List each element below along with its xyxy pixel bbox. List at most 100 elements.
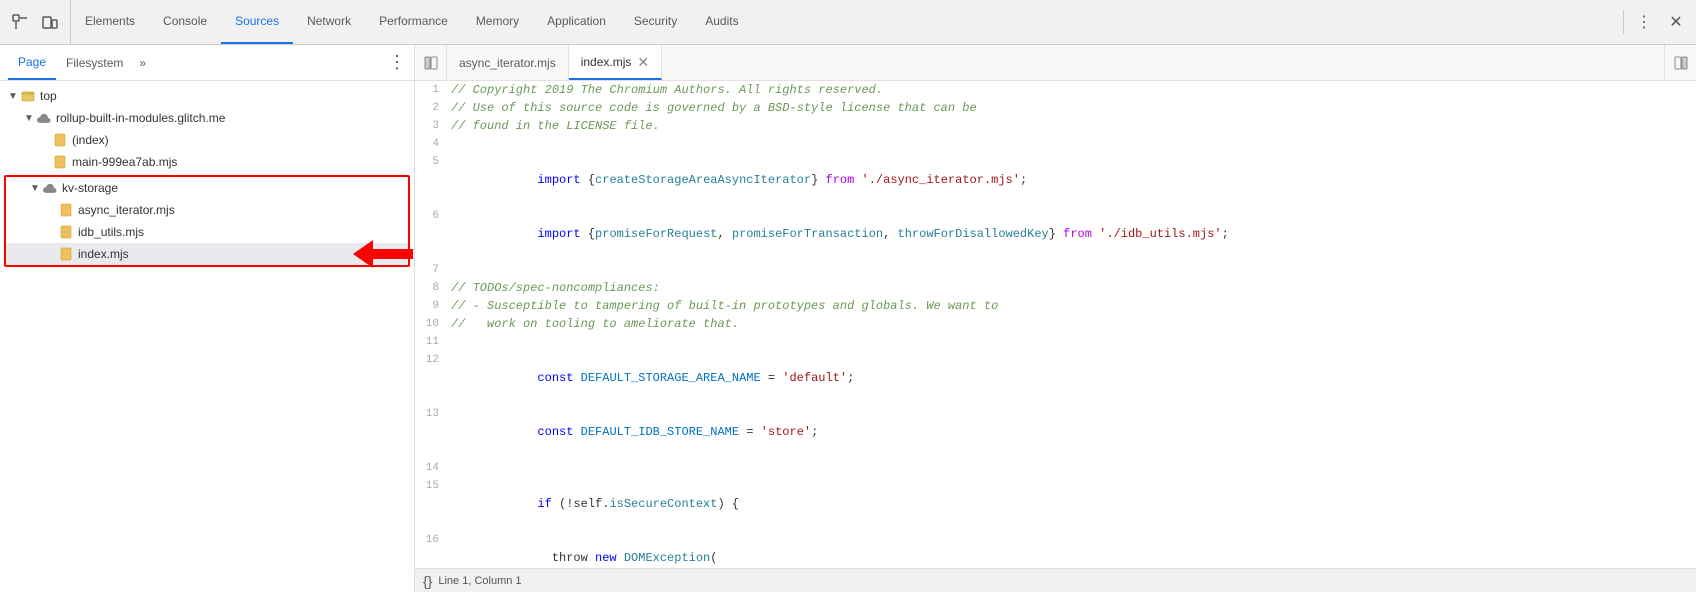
tree-label-async: async_iterator.mjs <box>78 203 175 217</box>
folder-icon-top <box>20 88 36 104</box>
right-toggle-icon[interactable] <box>1664 45 1696 80</box>
line-num-13: 13 <box>415 405 451 423</box>
tab-sources[interactable]: Sources <box>221 0 293 44</box>
tab-performance[interactable]: Performance <box>365 0 462 44</box>
tree-label-rollup: rollup-built-in-modules.glitch.me <box>56 111 225 125</box>
line-content-6: import {promiseForRequest, promiseForTra… <box>451 207 1696 261</box>
tree-arrow-rollup: ▼ <box>24 113 36 124</box>
cloud-icon-rollup <box>36 110 52 126</box>
code-line-13: 13 const DEFAULT_IDB_STORE_NAME = 'store… <box>415 405 1696 459</box>
tab-application[interactable]: Application <box>533 0 620 44</box>
code-line-15: 15 if (!self.isSecureContext) { <box>415 477 1696 531</box>
close-devtools-icon[interactable]: ✕ <box>1664 10 1688 34</box>
file-icon-async <box>58 202 74 218</box>
left-tab-chevron[interactable]: » <box>133 56 152 70</box>
tab-async-file[interactable]: async_iterator.mjs <box>447 45 569 80</box>
tab-page[interactable]: Page <box>8 45 56 80</box>
line-num-3: 3 <box>415 117 451 135</box>
tree-item-idb-file[interactable]: ▶ idb_utils.mjs <box>6 221 408 243</box>
code-line-11: 11 <box>415 333 1696 351</box>
line-num-4: 4 <box>415 135 451 153</box>
toolbar-tabs: Elements Console Sources Network Perform… <box>71 0 1615 44</box>
line-content-10: // work on tooling to ameliorate that. <box>451 315 1696 333</box>
tab-async-label: async_iterator.mjs <box>459 56 556 70</box>
tree-label-index-file: (index) <box>72 133 109 147</box>
line-content-9: // - Susceptible to tampering of built-i… <box>451 297 1696 315</box>
code-line-8: 8 // TODOs/spec-noncompliances: <box>415 279 1696 297</box>
tab-index-label: index.mjs <box>581 55 632 69</box>
file-icon-index <box>52 132 68 148</box>
tree-item-index-file[interactable]: ▶ (index) <box>0 129 414 151</box>
line-content-3: // found in the LICENSE file. <box>451 117 1696 135</box>
left-panel-menu-icon[interactable]: ⋮ <box>388 52 406 73</box>
line-content-15: if (!self.isSecureContext) { <box>451 477 1696 531</box>
tree-item-async-file[interactable]: ▶ async_iterator.mjs <box>6 199 408 221</box>
tree-item-top[interactable]: ▼ top <box>0 85 414 107</box>
tab-index-mjs[interactable]: index.mjs ✕ <box>569 45 662 80</box>
tab-audits[interactable]: Audits <box>691 0 752 44</box>
tab-network[interactable]: Network <box>293 0 365 44</box>
tree-label-index-mjs: index.mjs <box>78 247 129 261</box>
tree-label-top: top <box>40 89 57 103</box>
toolbar-icons <box>0 0 71 44</box>
right-panel: async_iterator.mjs index.mjs ✕ 1 // <box>415 45 1696 592</box>
tree-item-main-file[interactable]: ▶ main-999ea7ab.mjs <box>0 151 414 173</box>
code-line-4: 4 <box>415 135 1696 153</box>
red-arrow-indicator <box>353 240 413 268</box>
code-line-6: 6 import {promiseForRequest, promiseForT… <box>415 207 1696 261</box>
tree-item-rollup[interactable]: ▼ rollup-built-in-modules.glitch.me <box>0 107 414 129</box>
tree-arrow-top: ▼ <box>8 91 20 102</box>
more-menu-icon[interactable]: ⋮ <box>1632 10 1656 34</box>
line-num-5: 5 <box>415 153 451 171</box>
tab-close-icon[interactable]: ✕ <box>637 55 649 69</box>
tree-label-idb: idb_utils.mjs <box>78 225 144 239</box>
kw-import-5: import <box>537 173 580 187</box>
line-content-1: // Copyright 2019 The Chromium Authors. … <box>451 81 1696 99</box>
code-line-16: 16 throw new DOMException( <box>415 531 1696 568</box>
cloud-icon-kv <box>42 180 58 196</box>
line-num-16: 16 <box>415 531 451 549</box>
tab-filesystem[interactable]: Filesystem <box>56 45 133 80</box>
file-tabs: async_iterator.mjs index.mjs ✕ <box>415 45 1696 81</box>
line-content-16: throw new DOMException( <box>451 531 1696 568</box>
file-icon-index-mjs <box>58 246 74 262</box>
line-num-10: 10 <box>415 315 451 333</box>
tab-elements[interactable]: Elements <box>71 0 149 44</box>
status-bar: {} Line 1, Column 1 <box>415 568 1696 592</box>
code-line-1: 1 // Copyright 2019 The Chromium Authors… <box>415 81 1696 99</box>
tree-label-main-file: main-999ea7ab.mjs <box>72 155 177 169</box>
line-num-11: 11 <box>415 333 451 351</box>
left-tabs: Page Filesystem » ⋮ <box>0 45 414 81</box>
tree-item-kv-storage[interactable]: ▼ kv-storage <box>6 177 408 199</box>
code-line-7: 7 <box>415 261 1696 279</box>
code-line-14: 14 <box>415 459 1696 477</box>
tab-console[interactable]: Console <box>149 0 221 44</box>
code-line-3: 3 // found in the LICENSE file. <box>415 117 1696 135</box>
file-tree: ▼ top ▼ <box>0 81 414 592</box>
status-bar-text: Line 1, Column 1 <box>438 575 521 587</box>
device-toggle-icon[interactable] <box>38 10 62 34</box>
line-num-12: 12 <box>415 351 451 369</box>
tree-item-index-mjs[interactable]: ▶ index.mjs <box>6 243 408 265</box>
tab-security[interactable]: Security <box>620 0 691 44</box>
code-line-2: 2 // Use of this source code is governed… <box>415 99 1696 117</box>
toolbar: Elements Console Sources Network Perform… <box>0 0 1696 45</box>
code-line-12: 12 const DEFAULT_STORAGE_AREA_NAME = 'de… <box>415 351 1696 405</box>
file-icon-idb <box>58 224 74 240</box>
line-num-2: 2 <box>415 99 451 117</box>
file-icon-main <box>52 154 68 170</box>
line-content-5: import {createStorageAreaAsyncIterator} … <box>451 153 1696 207</box>
sidebar-toggle-icon[interactable] <box>415 45 447 80</box>
tree-arrow-kv: ▼ <box>30 183 42 194</box>
status-bar-icon: {} <box>423 573 432 589</box>
line-content-2: // Use of this source code is governed b… <box>451 99 1696 117</box>
code-line-5: 5 import {createStorageAreaAsyncIterator… <box>415 153 1696 207</box>
code-editor[interactable]: 1 // Copyright 2019 The Chromium Authors… <box>415 81 1696 568</box>
line-num-14: 14 <box>415 459 451 477</box>
line-num-6: 6 <box>415 207 451 225</box>
line-num-1: 1 <box>415 81 451 99</box>
inspect-icon[interactable] <box>8 10 32 34</box>
line-num-7: 7 <box>415 261 451 279</box>
tab-memory[interactable]: Memory <box>462 0 533 44</box>
line-num-9: 9 <box>415 297 451 315</box>
